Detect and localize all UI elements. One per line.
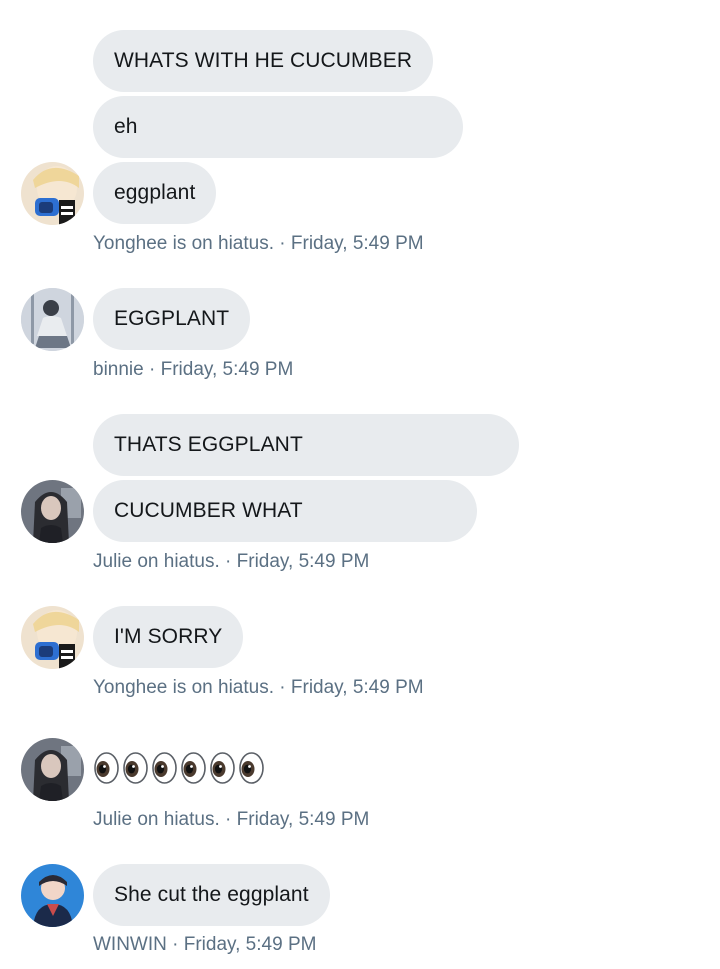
message-meta: Yonghee is on hiatus. · Friday, 5:49 PM bbox=[93, 233, 424, 254]
message-text: CUCUMBER WHAT bbox=[114, 499, 303, 522]
avatar-yonghee[interactable] bbox=[21, 162, 84, 225]
message-bubble[interactable]: THATS EGGPLANT bbox=[93, 414, 519, 476]
message-text: I'M SORRY bbox=[114, 625, 223, 648]
message-bubble[interactable]: eggplant bbox=[93, 162, 217, 224]
message-meta: binnie · Friday, 5:49 PM bbox=[93, 359, 294, 380]
message-bubble[interactable]: CUCUMBER WHAT bbox=[93, 480, 477, 542]
message-meta: Julie on hiatus. · Friday, 5:49 PM bbox=[93, 551, 370, 572]
eyes-emoji bbox=[239, 752, 264, 784]
eyes-emoji bbox=[210, 752, 235, 784]
message-bubble[interactable]: eh bbox=[93, 96, 463, 158]
eyes-emoji bbox=[94, 752, 119, 784]
avatar-julie[interactable] bbox=[21, 480, 84, 543]
eyes-emoji bbox=[152, 752, 177, 784]
message-meta: Julie on hiatus. · Friday, 5:49 PM bbox=[93, 809, 370, 830]
emoji-message[interactable] bbox=[93, 750, 265, 786]
avatar-winwin[interactable] bbox=[21, 864, 84, 927]
message-bubble[interactable]: WHATS WITH HE CUCUMBER bbox=[93, 30, 434, 92]
message-text: EGGPLANT bbox=[114, 307, 230, 330]
avatar-julie[interactable] bbox=[21, 738, 84, 801]
message-text: THATS EGGPLANT bbox=[114, 433, 303, 456]
message-meta: Yonghee is on hiatus. · Friday, 5:49 PM bbox=[93, 677, 424, 698]
message-text: She cut the eggplant bbox=[114, 883, 309, 906]
message-meta: WINWIN · Friday, 5:49 PM bbox=[93, 934, 317, 955]
eyes-emoji bbox=[123, 752, 148, 784]
message-bubble[interactable]: She cut the eggplant bbox=[93, 864, 330, 926]
message-bubble[interactable]: I'M SORRY bbox=[93, 606, 244, 668]
avatar-yonghee[interactable] bbox=[21, 606, 84, 669]
avatar-binnie[interactable] bbox=[21, 288, 84, 351]
message-text: eh bbox=[114, 115, 138, 138]
message-text: eggplant bbox=[114, 181, 196, 204]
eyes-emoji bbox=[181, 752, 206, 784]
message-bubble[interactable]: EGGPLANT bbox=[93, 288, 251, 350]
message-text: WHATS WITH HE CUCUMBER bbox=[114, 49, 413, 72]
